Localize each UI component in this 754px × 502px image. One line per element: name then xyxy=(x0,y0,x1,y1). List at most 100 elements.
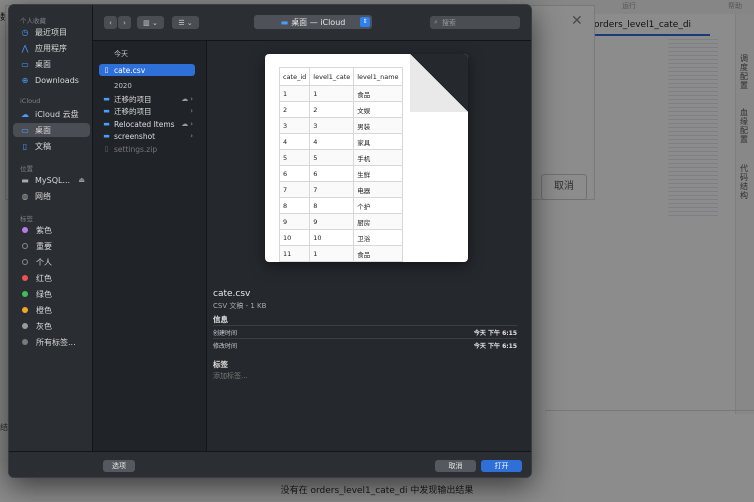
tag-color-dot-icon xyxy=(22,307,28,313)
file-item-label: 迁移的项目 xyxy=(114,106,152,116)
sidebar-item-recents[interactable]: ◷ 最近项目 xyxy=(13,25,90,39)
sidebar-item-icloud-drive[interactable]: ☁ iCloud 云盘 xyxy=(13,107,90,121)
sidebar-item-tag[interactable]: 红色 xyxy=(13,271,90,285)
preview-file-kind: CSV 文稿 - 1 KB xyxy=(213,302,267,310)
csv-cell: 家具 xyxy=(353,133,403,150)
file-item-cate-csv[interactable]: ▯ cate.csv xyxy=(99,64,195,76)
csv-cell: 4 xyxy=(309,133,355,150)
sidebar-item-label: 个人 xyxy=(36,257,52,267)
folder-item-migrated-2[interactable]: ▬ 迁移的项目 › xyxy=(99,105,195,117)
csv-cell: 11 xyxy=(278,245,311,262)
sidebar-item-icloud-desktop[interactable]: ▭ 桌面 xyxy=(13,123,90,137)
location-label: 桌面 — iCloud xyxy=(291,17,346,27)
csv-row: 2 2 文娱 xyxy=(278,101,403,118)
csv-column-header: level1_cate xyxy=(309,67,355,86)
sidebar-item-tag[interactable]: 橙色 xyxy=(13,303,90,317)
sidebar-item-label: MySQL... xyxy=(35,175,71,185)
folder-item-relocated[interactable]: ▬ Relocated Items ☁ › xyxy=(99,118,195,130)
sidebar-item-tag[interactable]: 个人 xyxy=(13,255,90,269)
csv-row: 6 6 生鲜 xyxy=(278,165,403,182)
view-mode-button[interactable]: ▥ ⌄ xyxy=(137,16,164,29)
add-tags-field[interactable]: 添加标签... xyxy=(213,371,248,381)
chevron-right-icon: › xyxy=(190,132,193,140)
sidebar-item-desktop[interactable]: ▭ 桌面 xyxy=(13,57,90,71)
csv-cell: 9 xyxy=(309,213,355,230)
sidebar-item-label: 所有标签... xyxy=(36,337,76,347)
csv-body: 1 1 食品 2 2 文娱 3 3 男装 4 4 家具 5 5 手机 6 6 生鲜 7 7 电器 8 8 个护 9 9 厨房 10 10… xyxy=(278,85,403,262)
sidebar-item-label: 桌面 xyxy=(35,125,51,135)
sidebar-item-label: 网络 xyxy=(35,191,51,201)
sidebar-item-tag[interactable]: 灰色 xyxy=(13,319,90,333)
sidebar-item-label: 最近项目 xyxy=(35,27,67,37)
folder-icon: ▬ xyxy=(103,107,110,115)
file-item-settings-zip[interactable]: ▯ settings.zip xyxy=(99,143,195,155)
folder-item-migrated-1[interactable]: ▬ 迁移的项目 ☁ › xyxy=(99,93,195,105)
csv-cell: 6 xyxy=(278,165,311,182)
eject-icon[interactable]: ⏏ xyxy=(78,176,85,184)
sidebar-item-label: 绿色 xyxy=(36,289,52,299)
csv-header-row: cate_id level1_cate level1_name xyxy=(278,67,403,86)
folder-icon: ▬ xyxy=(103,132,110,140)
group-today-header: 今天 xyxy=(114,50,128,58)
sidebar-item-tag[interactable]: 重要 xyxy=(13,239,90,253)
file-item-label: settings.zip xyxy=(114,144,158,154)
open-button[interactable]: 打开 xyxy=(481,460,522,472)
folder-icon: ▬ xyxy=(103,120,110,128)
cancel-button[interactable]: 取消 xyxy=(435,460,476,472)
tag-color-dot-icon xyxy=(22,243,28,249)
csv-preview-table: cate_id level1_cate level1_name 1 1 食品 2 2 文娱 3 3… xyxy=(278,67,403,262)
csv-row: 4 4 家具 xyxy=(278,133,403,150)
csv-cell: 男装 xyxy=(353,117,403,134)
sidebar-item-downloads[interactable]: ⊕ Downloads xyxy=(13,73,90,87)
sidebar-item-mysql-disk[interactable]: ▬ MySQL... ⏏ xyxy=(13,173,90,187)
csv-cell: 10 xyxy=(309,229,355,246)
preview-file-name: cate.csv xyxy=(213,289,251,299)
sidebar-item-network[interactable]: ◍ 网络 xyxy=(13,189,90,203)
csv-column-header: level1_name xyxy=(353,67,403,86)
folder-item-screenshot[interactable]: ▬ screenshot › xyxy=(99,130,195,142)
file-item-label: Relocated Items xyxy=(114,119,175,129)
sidebar-item-documents[interactable]: ▯ 文稿 xyxy=(13,139,90,153)
options-button[interactable]: 选项 xyxy=(103,460,135,472)
sidebar-item-label: 橙色 xyxy=(36,305,52,315)
sidebar-item-tag[interactable]: 所有标签... xyxy=(13,335,90,349)
disk-icon: ▬ xyxy=(21,175,29,185)
csv-cell: 文娱 xyxy=(353,101,403,118)
sidebar-item-applications[interactable]: ⋀ 应用程序 xyxy=(13,41,90,55)
zip-icon: ▯ xyxy=(104,145,109,153)
csv-cell: 3 xyxy=(309,117,355,134)
csv-cell: 6 xyxy=(309,165,355,182)
tags-section-title: 标签 xyxy=(20,215,33,223)
csv-row: 8 8 个护 xyxy=(278,197,403,214)
cloud-icon: ☁ xyxy=(181,120,189,128)
forward-button[interactable]: › xyxy=(118,16,131,29)
search-icon: ⌕ xyxy=(434,18,438,26)
search-field[interactable]: ⌕ 搜索 xyxy=(430,16,520,29)
favorites-section-title: 个人收藏 xyxy=(20,17,46,25)
csv-cell: 卫浴 xyxy=(353,229,403,246)
csv-cell: 2 xyxy=(309,101,355,118)
icloud-section-title: iCloud xyxy=(20,97,41,105)
csv-cell: 食品 xyxy=(353,85,403,102)
folder-icon: ▬ xyxy=(103,95,110,103)
csv-cell: 8 xyxy=(309,197,355,214)
back-button[interactable]: ‹ xyxy=(104,16,117,29)
chevron-updown-icon: ⇕ xyxy=(360,17,370,27)
csv-cell: 电器 xyxy=(353,181,403,198)
sidebar-item-tag[interactable]: 绿色 xyxy=(13,287,90,301)
group-by-button[interactable]: ☰ ⌄ xyxy=(172,16,199,29)
tag-color-dot-icon xyxy=(22,323,28,329)
applications-icon: ⋀ xyxy=(21,43,29,53)
csv-row: 1 1 食品 xyxy=(278,85,403,102)
dialog-bottom-bar: 选项 取消 打开 xyxy=(9,451,531,477)
location-popup[interactable]: ▬ 桌面 — iCloud ⇕ xyxy=(254,15,372,29)
desktop-icon: ▭ xyxy=(21,125,29,135)
csv-cell: 7 xyxy=(309,181,355,198)
sidebar-item-label: 红色 xyxy=(36,273,52,283)
sidebar-item-tag[interactable]: 紫色 xyxy=(13,223,90,237)
file-item-label: screenshot xyxy=(114,131,156,141)
downloads-icon: ⊕ xyxy=(21,75,29,85)
document-icon: ▯ xyxy=(22,141,28,151)
clock-icon: ◷ xyxy=(21,27,29,37)
csv-row: 7 7 电器 xyxy=(278,181,403,198)
